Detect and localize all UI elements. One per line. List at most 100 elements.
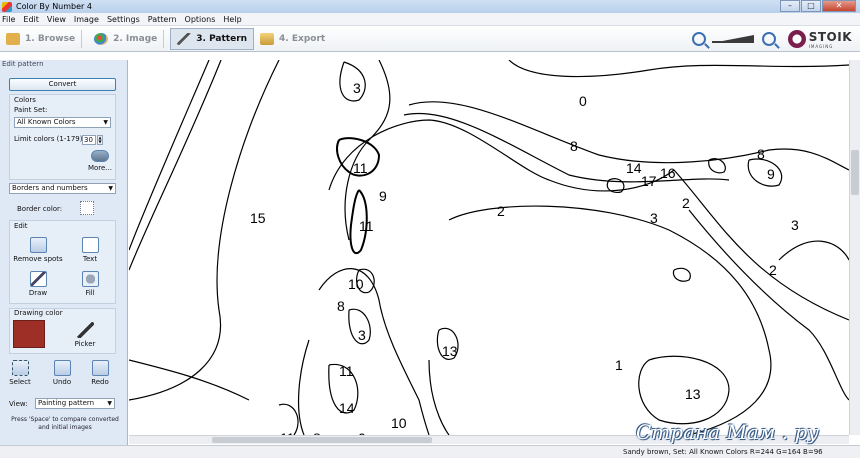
remove-spots-tool[interactable]: Remove spots [12, 237, 64, 263]
region-number: 8 [757, 146, 765, 162]
zoom-slider[interactable] [711, 35, 754, 43]
menu-options[interactable]: Options [183, 15, 222, 24]
region-number: 3 [650, 210, 658, 226]
toolbar-right: STOIK IMAGING [686, 26, 860, 52]
compare-hint: Press 'Space' to compare converted and i… [11, 416, 119, 431]
app-icon [2, 1, 12, 12]
pattern-canvas[interactable]: 3088111416179922153311210831311113141011… [129, 60, 849, 435]
text-tool[interactable]: Text [70, 237, 110, 263]
menu-file[interactable]: File [0, 15, 21, 24]
vertical-scroll-thumb[interactable] [851, 150, 859, 195]
display-mode-select[interactable]: Borders and numbers ▼ [9, 183, 116, 194]
step-browse[interactable]: 1. Browse [0, 28, 88, 50]
region-number: 3 [358, 327, 366, 343]
zoom-in-icon[interactable] [761, 32, 776, 46]
paint-set-select[interactable]: All Known Colors ▼ [14, 117, 111, 128]
view-select[interactable]: Painting pattern ▼ [35, 398, 115, 409]
border-color-button[interactable] [80, 201, 94, 215]
paints-icon [91, 150, 109, 162]
vertical-scrollbar[interactable] [849, 60, 860, 435]
region-number: 2 [769, 262, 777, 278]
stoik-logo: STOIK IMAGING [787, 30, 852, 49]
region-number: 9 [379, 188, 387, 204]
window-title: Color By Number 4 [16, 2, 92, 11]
redo-icon [91, 360, 109, 376]
region-number: 10 [348, 276, 364, 292]
region-number: 2 [682, 195, 690, 211]
picker-label: Picker [74, 340, 96, 348]
step-pattern[interactable]: 3. Pattern [170, 27, 255, 50]
maximize-button[interactable]: □ [801, 0, 821, 12]
region-number: 13 [442, 343, 458, 359]
picker-tool[interactable]: Picker [68, 322, 102, 348]
region-number: 8 [337, 298, 345, 314]
menu-settings[interactable]: Settings [105, 15, 146, 24]
easel-icon [260, 32, 275, 45]
menu-image[interactable]: Image [72, 15, 105, 24]
dropdown-arrow-icon: ▼ [108, 185, 113, 192]
region-number: 3 [353, 80, 361, 96]
eyedropper-icon [76, 322, 94, 338]
remove-spots-label: Remove spots [13, 255, 63, 263]
close-button[interactable]: ✕ [822, 0, 856, 12]
minimize-button[interactable]: – [780, 0, 800, 12]
window-controls: – □ ✕ [779, 0, 856, 12]
text-tool-label: Text [82, 255, 98, 263]
step-image-label: 2. Image [113, 33, 158, 44]
limit-colors-label: Limit colors (1-179): [14, 135, 85, 143]
wizard-toolbar: 1. Browse 2. Image 3. Pattern 4. Export … [0, 26, 860, 52]
drawing-color-swatch[interactable] [13, 320, 45, 348]
menu-help[interactable]: Help [221, 15, 247, 24]
redo-button[interactable]: Redo [86, 360, 114, 386]
zoom-out-icon[interactable] [691, 32, 706, 46]
status-bar: Sandy brown, Set: All Known Colors R=244… [0, 445, 860, 458]
draw-tool-label: Draw [28, 289, 48, 297]
limit-colors-stepper[interactable]: ▲ ▼ [97, 135, 103, 145]
step-pattern-label: 3. Pattern [196, 33, 248, 44]
pencil-icon [29, 271, 47, 287]
pattern-outlines [129, 60, 849, 435]
limit-colors-input[interactable]: 30 [82, 135, 96, 145]
step-browse-label: 1. Browse [25, 33, 76, 44]
select-tool[interactable]: Select [6, 360, 34, 386]
draw-tool[interactable]: Draw [18, 271, 58, 297]
region-number: 3 [791, 217, 799, 233]
more-button[interactable]: More... [86, 150, 114, 172]
region-number: 11 [339, 363, 354, 379]
region-number: 2 [497, 203, 505, 219]
convert-button[interactable]: Convert [9, 78, 116, 91]
edit-group: Edit Remove spots Text Draw Fill [9, 220, 116, 304]
watermark: Страна Мам . ру [636, 420, 819, 444]
menu-pattern[interactable]: Pattern [146, 15, 183, 24]
horizontal-scroll-thumb[interactable] [212, 437, 432, 443]
select-label: Select [9, 378, 31, 386]
paint-set-value: All Known Colors [17, 118, 76, 126]
text-icon [81, 237, 99, 253]
region-number: 8 [570, 138, 578, 154]
menu-edit[interactable]: Edit [21, 15, 45, 24]
edit-group-label: Edit [14, 222, 28, 230]
region-number: 14 [339, 400, 355, 416]
undo-icon [53, 360, 71, 376]
region-number: 14 [626, 160, 642, 176]
undo-button[interactable]: Undo [48, 360, 76, 386]
view-label: View: [9, 400, 28, 408]
colors-group-label: Colors [14, 96, 36, 104]
step-image[interactable]: 2. Image [88, 28, 170, 50]
region-number: 1 [615, 357, 623, 373]
step-export-label: 4. Export [279, 33, 326, 44]
remove-spots-icon [29, 237, 47, 253]
region-number: 15 [250, 210, 266, 226]
status-text: Sandy brown, Set: All Known Colors R=244… [623, 448, 823, 456]
menu-view[interactable]: View [45, 15, 72, 24]
more-label: More... [87, 164, 113, 172]
redo-label: Redo [91, 378, 109, 386]
region-number: 17 [641, 173, 657, 189]
border-color-label: Border color: [17, 205, 63, 213]
menu-bar: File Edit View Image Settings Pattern Op… [0, 13, 860, 26]
paint-set-label: Paint Set: [14, 106, 48, 114]
region-number: 13 [685, 386, 701, 402]
fill-tool[interactable]: Fill [70, 271, 110, 297]
bucket-icon [81, 271, 99, 287]
step-export[interactable]: 4. Export [254, 28, 331, 50]
